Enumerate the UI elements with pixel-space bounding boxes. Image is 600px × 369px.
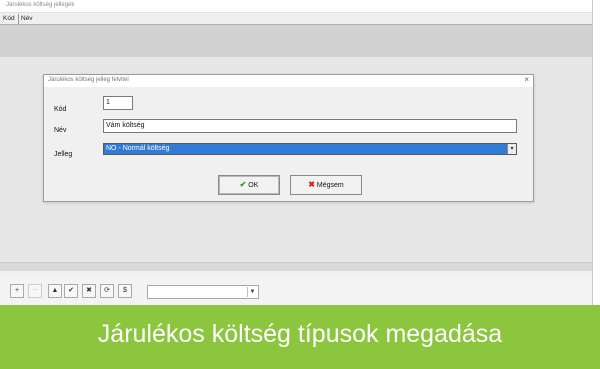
ok-button[interactable]: ✔ OK [218,175,280,195]
column-header-kod[interactable]: Kód [3,15,15,22]
nev-label: Név [54,127,67,134]
jelleg-selected-value: NO - Normál költség [106,145,170,152]
jelleg-label: Jelleg [54,151,73,158]
refresh-button[interactable]: ⟳ [100,284,114,298]
column-separator[interactable] [18,14,19,24]
caption-banner: Járulékos költség típusok megadása [0,305,600,369]
filter-combo[interactable]: ▼ [147,285,259,299]
chevron-down-icon[interactable]: ▼ [247,287,257,297]
edit-dialog: Járulékos költség jelleg felvitel × Kód … [43,74,534,202]
navigation-toolbar: + − ▲ ✔ ✖ ⟳ $ ▼ [0,276,592,305]
delete-record-button[interactable]: − [28,284,42,298]
checkmark-icon: ✔ [239,180,247,189]
kod-field[interactable]: 1 [103,96,133,110]
edit-record-button[interactable]: ▲ [48,284,62,298]
post-record-button[interactable]: ✔ [64,284,78,298]
cancel-button[interactable]: ✖ Mégsem [290,175,362,195]
close-icon[interactable]: × [524,75,529,84]
nev-field[interactable]: Vám költség [103,119,517,133]
jelleg-select[interactable]: NO - Normál költség ▾ [103,143,517,155]
dialog-title: Járulékos költség jelleg felvitel [48,77,129,83]
window-title: Járulékos költség jellegek [6,2,75,8]
cancel-record-button[interactable]: ✖ [82,284,96,298]
dialog-titlebar: Járulékos költség jelleg felvitel × [44,75,533,87]
cancel-button-label: Mégsem [316,182,344,189]
grid-band [0,25,592,57]
ok-button-label: OK [248,182,259,189]
cross-icon: ✖ [308,180,315,189]
chevron-down-icon[interactable]: ▾ [507,144,516,154]
grid-footer [0,262,592,271]
window-titlebar: Járulékos költség jellegek [0,0,592,13]
caption-text: Járulékos költség típusok megadása [97,320,503,348]
column-header-nev[interactable]: Név [21,15,33,22]
kod-label: Kód [54,106,67,113]
currency-button[interactable]: $ [118,284,132,298]
grid-header: Kód Név [0,14,592,25]
add-record-button[interactable]: + [10,284,24,298]
